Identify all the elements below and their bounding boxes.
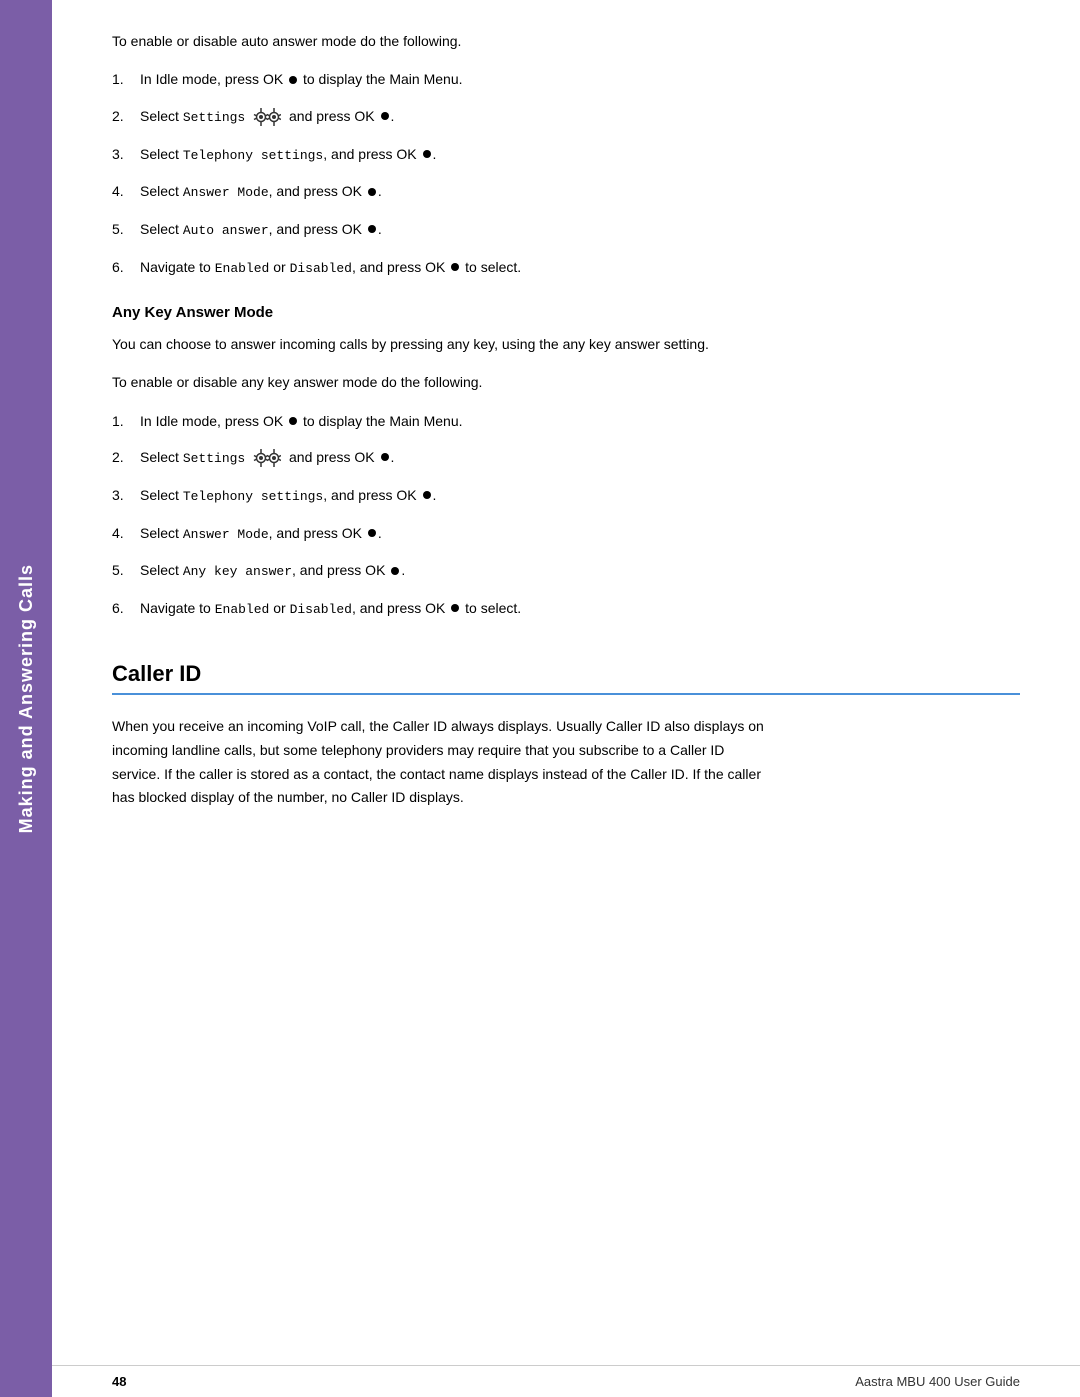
sidebar-label: Making and Answering Calls: [16, 564, 37, 833]
main-content: To enable or disable auto answer mode do…: [52, 0, 1080, 1350]
section1-list: 1. In Idle mode, press OK to display the…: [112, 68, 1020, 279]
settings-icon-2: [253, 447, 281, 469]
settings-icon: [253, 106, 281, 128]
list-item: 3. Select Telephony settings, and press …: [112, 143, 1020, 167]
bullet-dot: [289, 76, 297, 84]
bullet-dot: [368, 529, 376, 537]
list-item: 2. Select Settings: [112, 105, 1020, 129]
page-container: Making and Answering Calls To enable or …: [0, 0, 1080, 1397]
footer-page-number: 48: [112, 1374, 126, 1389]
list-item: 1. In Idle mode, press OK to display the…: [112, 68, 1020, 90]
list-item: 1. In Idle mode, press OK to display the…: [112, 410, 1020, 432]
any-key-list: 1. In Idle mode, press OK to display the…: [112, 410, 1020, 621]
bullet-dot: [423, 491, 431, 499]
list-item: 4. Select Answer Mode, and press OK .: [112, 522, 1020, 546]
caller-id-rule: [112, 693, 1020, 695]
bullet-dot: [289, 417, 297, 425]
bullet-dot: [381, 112, 389, 120]
bullet-dot: [381, 453, 389, 461]
list-item: 5. Select Any key answer, and press OK .: [112, 559, 1020, 583]
list-item: 4. Select Answer Mode, and press OK .: [112, 180, 1020, 204]
section1-intro: To enable or disable auto answer mode do…: [112, 30, 1020, 52]
caller-id-heading: Caller ID: [112, 661, 1020, 687]
footer: 48 Aastra MBU 400 User Guide: [52, 1365, 1080, 1397]
list-item: 2. Select Settings: [112, 446, 1020, 470]
footer-guide-name: Aastra MBU 400 User Guide: [855, 1374, 1020, 1389]
bullet-dot: [451, 604, 459, 612]
any-key-heading: Any Key Answer Mode: [112, 304, 1020, 321]
list-item: 6. Navigate to Enabled or Disabled, and …: [112, 597, 1020, 621]
bullet-dot: [368, 188, 376, 196]
any-key-para2: To enable or disable any key answer mode…: [112, 371, 1020, 393]
bullet-dot: [423, 150, 431, 158]
list-item: 6. Navigate to Enabled or Disabled, and …: [112, 256, 1020, 280]
list-item: 5. Select Auto answer, and press OK .: [112, 218, 1020, 242]
bullet-dot: [391, 567, 399, 575]
caller-id-para: When you receive an incoming VoIP call, …: [112, 715, 772, 810]
sidebar-tab: Making and Answering Calls: [0, 0, 52, 1397]
bullet-dot: [368, 225, 376, 233]
list-item: 3. Select Telephony settings, and press …: [112, 484, 1020, 508]
caller-id-section: Caller ID When you receive an incoming V…: [112, 661, 1020, 810]
any-key-para1: You can choose to answer incoming calls …: [112, 333, 1020, 355]
bullet-dot: [451, 263, 459, 271]
